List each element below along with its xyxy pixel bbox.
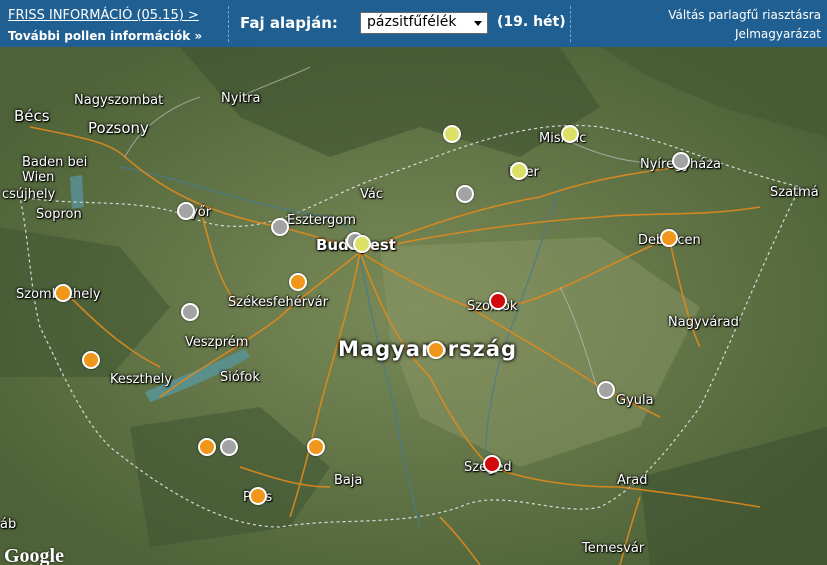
city-label: áb — [0, 517, 17, 532]
pollen-station-marker[interactable] — [672, 152, 690, 170]
pollen-station-marker[interactable] — [198, 438, 216, 456]
city-label: csújhely — [2, 187, 56, 202]
top-bar: FRISS INFORMÁCIÓ (05.15) > További polle… — [0, 0, 827, 47]
city-label: Sopron — [36, 207, 82, 222]
city-label: Keszthely — [110, 372, 173, 387]
pollen-station-marker[interactable] — [54, 284, 72, 302]
pollen-station-marker[interactable] — [271, 218, 289, 236]
pollen-station-marker[interactable] — [82, 351, 100, 369]
divider — [570, 6, 571, 42]
city-label: Nagyszombat — [74, 93, 164, 108]
pollen-station-marker[interactable] — [307, 438, 325, 456]
city-label: Pozsony — [88, 119, 149, 137]
pollen-station-marker[interactable] — [456, 185, 474, 203]
species-select-value: pázsitfűfélék — [367, 14, 457, 30]
pollen-station-marker[interactable] — [289, 273, 307, 291]
chevron-down-icon — [474, 21, 482, 26]
city-label: Székesfehérvár — [228, 295, 329, 310]
pollen-station-marker[interactable] — [660, 229, 678, 247]
pollen-station-marker[interactable] — [427, 341, 445, 359]
pollen-station-marker[interactable] — [443, 125, 461, 143]
city-label: Baja — [334, 473, 363, 488]
city-label: Nagyvárad — [668, 315, 739, 330]
city-label: Temesvár — [582, 541, 645, 556]
pollen-station-marker[interactable] — [177, 202, 195, 220]
pollen-station-marker[interactable] — [353, 235, 371, 253]
google-logo: Google — [4, 545, 64, 565]
city-label: Nyitra — [221, 91, 261, 106]
pollen-station-marker[interactable] — [483, 455, 501, 473]
city-label: Siófok — [220, 370, 260, 385]
pollen-station-marker[interactable] — [181, 303, 199, 321]
pollen-station-marker[interactable] — [249, 487, 267, 505]
pollen-station-marker[interactable] — [561, 125, 579, 143]
divider — [228, 6, 229, 42]
city-label: Esztergom — [287, 213, 356, 228]
city-label: Baden bei Wien — [22, 155, 88, 185]
city-label: Arad — [617, 473, 648, 488]
city-label: Vác — [360, 187, 383, 202]
species-select[interactable]: pázsitfűfélék — [360, 12, 488, 34]
city-label: Bécs — [14, 107, 50, 125]
city-label: Gyula — [616, 393, 654, 408]
city-label: Szatmá — [770, 185, 819, 200]
map-view[interactable]: Bécs Nagyszombat Nyitra Pozsony Baden be… — [0, 47, 827, 565]
pollen-station-marker[interactable] — [489, 292, 507, 310]
pollen-station-marker[interactable] — [510, 162, 528, 180]
pollen-station-marker[interactable] — [597, 381, 615, 399]
city-label: Veszprém — [185, 335, 249, 350]
pollen-station-marker[interactable] — [220, 438, 238, 456]
